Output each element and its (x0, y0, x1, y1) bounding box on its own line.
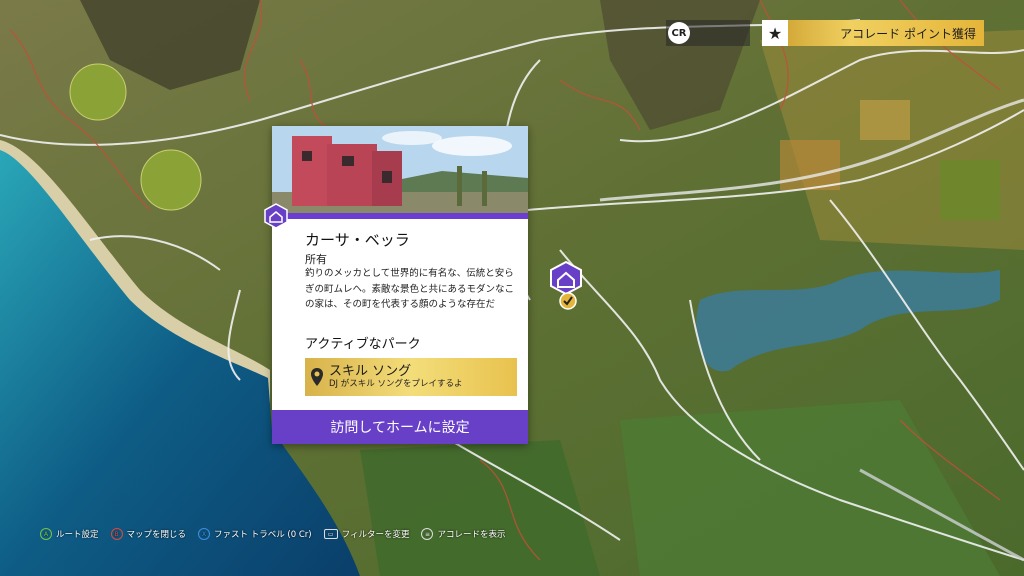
star-icon: ★ (762, 20, 788, 46)
house-description: 釣りのメッカとして世界的に有名な、伝統と安らぎの町ムレヘ。素敵な景色と共にあるモ… (305, 268, 515, 310)
accent-stripe (272, 213, 528, 219)
credits-icon: CR (668, 22, 690, 44)
house-info-card: カーサ・ベッラ 所有 釣りのメッカとして世界的に有名な、伝統と安らぎの町ムレヘ。… (264, 126, 528, 444)
a-button-icon: A (40, 528, 52, 540)
fast-travel-hint[interactable]: X ファスト トラベル (0 Cr) (198, 528, 312, 540)
route-label: ルート設定 (56, 530, 99, 540)
perk-description: DJ がスキル ソングをプレイするよ (329, 379, 463, 389)
control-hints: A ルート設定 B マップを閉じる X ファスト トラベル (0 Cr) ▭ フ… (40, 526, 517, 542)
house-title: カーサ・ベッラ (305, 231, 410, 249)
accolade-label: アコレード ポイント獲得 (840, 26, 976, 41)
filter-hint[interactable]: ▭ フィルターを変更 (323, 528, 410, 540)
perk-item[interactable]: スキル ソング DJ がスキル ソングをプレイするよ (305, 358, 517, 396)
location-pin-icon (305, 358, 329, 396)
x-button-icon: X (198, 528, 211, 540)
house-map-marker[interactable] (548, 260, 584, 312)
credits-display: CR (666, 20, 750, 46)
ownership-status: 所有 (305, 253, 327, 266)
house-icon (550, 260, 582, 310)
b-button-icon: B (110, 528, 123, 540)
perk-heading: アクティブなパーク (305, 337, 421, 352)
filter-label: フィルターを変更 (341, 530, 410, 540)
accolade-banner: ★ アコレード ポイント獲得 (762, 20, 984, 46)
view-button-icon: ▭ (323, 529, 338, 539)
accolades-label: アコレードを表示 (437, 530, 506, 540)
house-photo (272, 126, 528, 213)
route-hint[interactable]: A ルート設定 (40, 528, 99, 540)
accolades-hint[interactable]: ≡ アコレードを表示 (421, 528, 505, 540)
fast-travel-label: ファスト トラベル (0 Cr) (214, 530, 312, 540)
visit-set-home-button[interactable]: 訪問してホームに設定 (272, 410, 528, 444)
home-icon (264, 203, 288, 229)
close-map-label: マップを閉じる (126, 530, 187, 540)
menu-button-icon: ≡ (421, 528, 434, 540)
perk-name: スキル ソング (329, 364, 412, 379)
close-map-hint[interactable]: B マップを閉じる (110, 528, 187, 540)
